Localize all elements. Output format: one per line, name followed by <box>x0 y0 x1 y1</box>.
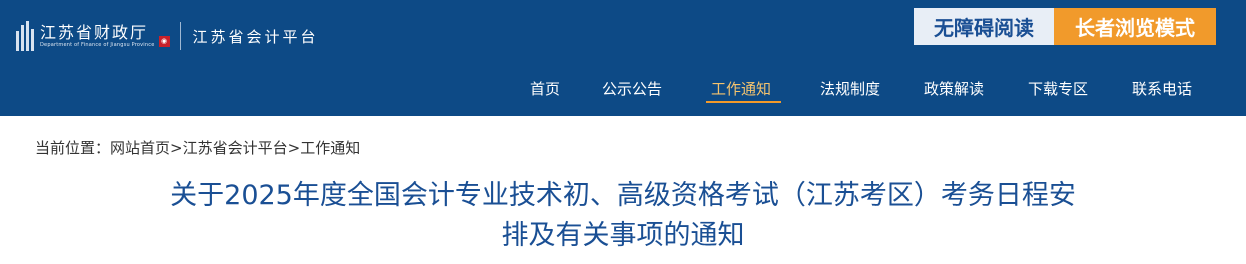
logo-divider <box>179 22 181 50</box>
accessibility-button[interactable]: 无障碍阅读 <box>914 8 1054 45</box>
building-icon <box>14 21 36 51</box>
nav-item-regulations[interactable]: 法规制度 <box>820 78 880 99</box>
breadcrumb-prefix: 当前位置： <box>35 139 111 157</box>
breadcrumb-platform[interactable]: 江苏省会计平台 <box>183 139 288 157</box>
breadcrumb-separator: > <box>287 139 301 157</box>
nav-item-work-notices[interactable]: 工作通知 <box>711 78 771 99</box>
nav-active-underline <box>706 101 781 103</box>
article-title-line-1: 关于2025年度全国会计专业技术初、高级资格考试（江苏考区）考务日程安 <box>170 180 1076 211</box>
nav-item-contact[interactable]: 联系电话 <box>1132 78 1192 99</box>
platform-name: 江苏省会计平台 <box>192 27 319 46</box>
article-title-line-2: 排及有关事项的通知 <box>501 220 745 251</box>
breadcrumb-current[interactable]: 工作通知 <box>300 139 360 157</box>
breadcrumb-home[interactable]: 网站首页 <box>110 139 170 157</box>
logo-text: 江苏省财政厅 Department of Finance of Jiangsu … <box>40 22 155 49</box>
breadcrumb-separator: > <box>170 139 183 157</box>
nav-item-announcements[interactable]: 公示公告 <box>602 78 662 99</box>
logo-name-cn: 江苏省财政厅 <box>40 22 149 42</box>
article-title: 关于2025年度全国会计专业技术初、高级资格考试（江苏考区）考务日程安 排及有关… <box>60 176 1186 256</box>
breadcrumb: 当前位置：网站首页>江苏省会计平台>工作通知 <box>35 137 360 158</box>
site-header: 江苏省财政厅 Department of Finance of Jiangsu … <box>0 0 1246 116</box>
logo-name-en: Department of Finance of Jiangsu Provinc… <box>40 41 155 48</box>
seal-icon: ◉ <box>158 35 170 47</box>
elder-mode-button[interactable]: 长者浏览模式 <box>1054 8 1216 45</box>
nav-item-home[interactable]: 首页 <box>530 78 560 99</box>
site-logo[interactable]: 江苏省财政厅 Department of Finance of Jiangsu … <box>14 18 319 54</box>
nav-item-downloads[interactable]: 下载专区 <box>1028 78 1088 99</box>
nav-item-policy-interpretation[interactable]: 政策解读 <box>924 78 984 99</box>
